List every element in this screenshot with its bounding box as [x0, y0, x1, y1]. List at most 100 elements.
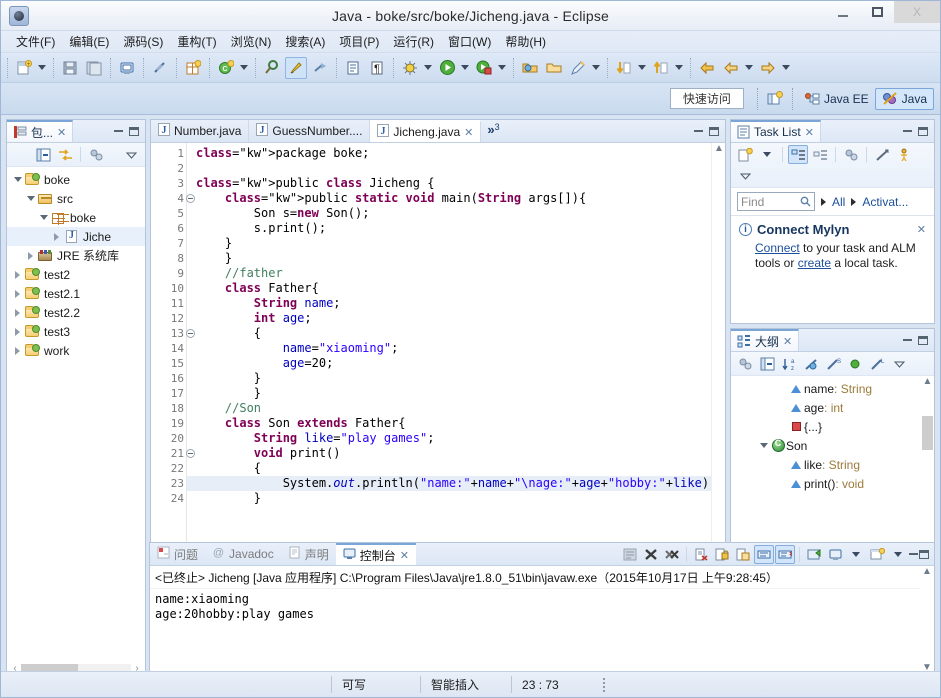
debug-dropdown-icon[interactable] — [422, 57, 433, 79]
tree-item-test2.2[interactable]: test2.2 — [7, 303, 145, 322]
close-icon[interactable]: ✕ — [805, 126, 814, 139]
close-icon[interactable]: ✕ — [917, 223, 926, 236]
collapse-twisty-icon[interactable] — [37, 215, 50, 220]
editor-tab-jicheng-java[interactable]: J Jicheng.java ✕ — [370, 120, 482, 142]
console-body[interactable]: <已终止> Jicheng [Java 应用程序] C:\Program Fil… — [150, 566, 934, 676]
toggle-mark-occurrences-icon[interactable] — [149, 57, 171, 79]
menu-search[interactable]: 搜索(A) — [278, 31, 332, 52]
menu-run[interactable]: 运行(R) — [386, 31, 441, 52]
back-dropdown-icon[interactable] — [743, 57, 754, 79]
show-console-on-output-icon[interactable] — [733, 545, 753, 564]
menu-edit[interactable]: 编辑(E) — [62, 31, 116, 52]
editor-more-tabs-button[interactable]: » 3 — [481, 120, 505, 142]
outline-item-print--[interactable]: print() : void — [731, 474, 934, 493]
task-find-input[interactable]: Find — [737, 192, 815, 211]
code-line[interactable]: class Father{ — [187, 281, 725, 296]
clear-activity-icon[interactable] — [872, 145, 892, 164]
new-wizard-icon[interactable]: + — [13, 57, 35, 79]
collapse-twisty-icon[interactable] — [757, 443, 770, 448]
maximize-icon[interactable] — [918, 126, 928, 136]
run-icon[interactable] — [436, 57, 458, 79]
tab-task-list[interactable]: Task List ✕ — [731, 120, 821, 142]
new-console-view-icon[interactable] — [867, 545, 887, 564]
menu-source[interactable]: 源码(S) — [116, 31, 170, 52]
code-line[interactable]: class="kw">package boke; — [187, 146, 725, 161]
open-console-icon[interactable] — [804, 545, 824, 564]
quick-access-input[interactable]: 快速访问 — [669, 88, 744, 109]
new-java-class-icon[interactable]: C — [215, 57, 237, 79]
next-annotation-dropdown-icon[interactable] — [673, 57, 684, 79]
code-line[interactable]: class="kw">public class Jicheng { — [187, 176, 725, 191]
scheduled-presentation-icon[interactable] — [810, 145, 830, 164]
minimize-icon[interactable] — [903, 130, 912, 132]
link-with-editor-icon[interactable] — [55, 145, 75, 164]
code-line[interactable]: String name; — [187, 296, 725, 311]
terminate-icon[interactable] — [641, 545, 661, 564]
display-console-icon[interactable] — [825, 545, 845, 564]
close-icon[interactable]: ✕ — [400, 549, 409, 562]
view-menu-icon[interactable] — [735, 166, 755, 185]
forward-dropdown-icon[interactable] — [780, 57, 791, 79]
display-selected-console-icon[interactable]: ✻ — [775, 544, 795, 564]
pin-console-icon[interactable] — [754, 544, 774, 564]
hide-nonpublic-icon[interactable] — [845, 354, 865, 373]
run-dropdown-icon[interactable] — [459, 57, 470, 79]
open-perspective-icon[interactable] — [764, 88, 786, 110]
console-tab-declaration[interactable]: 声明 — [281, 543, 336, 565]
close-icon[interactable]: ✕ — [783, 335, 792, 348]
perspective-java-ee[interactable]: Java EE — [798, 88, 875, 110]
scroll-up-icon[interactable]: ▲ — [920, 566, 934, 580]
external-tools-dropdown-icon[interactable] — [496, 57, 507, 79]
maximize-icon[interactable] — [709, 126, 719, 136]
expand-twisty-icon[interactable] — [24, 251, 37, 260]
tree-item-test2[interactable]: test2 — [7, 265, 145, 284]
new-console-dropdown-icon[interactable] — [888, 545, 908, 564]
remove-all-terminated-icon[interactable] — [662, 545, 682, 564]
annotation-dropdown-icon[interactable] — [590, 57, 601, 79]
menu-project[interactable]: 项目(P) — [332, 31, 386, 52]
code-line[interactable]: } — [187, 386, 725, 401]
expand-twisty-icon[interactable] — [50, 232, 63, 241]
activate-task-icon[interactable] — [894, 145, 914, 164]
skip-breakpoints-icon[interactable] — [309, 57, 331, 79]
code-line[interactable]: int age; — [187, 311, 725, 326]
editor-tab-number-java[interactable]: J Number.java — [151, 120, 250, 142]
code-line[interactable]: class="kw">public static void main(Strin… — [187, 191, 725, 206]
console-tab-problems[interactable]: 问题 — [150, 543, 205, 565]
tree-item-jre----[interactable]: JRE 系统库 — [7, 246, 145, 265]
code-line[interactable]: } — [187, 236, 725, 251]
menu-refactor[interactable]: 重构(T) — [170, 31, 223, 52]
tree-item-boke[interactable]: boke — [7, 170, 145, 189]
code-line[interactable]: String like="play games"; — [187, 431, 725, 446]
create-link[interactable]: create — [798, 256, 831, 270]
scroll-lock-icon[interactable] — [712, 545, 732, 564]
collapse-twisty-icon[interactable] — [24, 196, 37, 201]
save-icon[interactable] — [59, 57, 81, 79]
minimize-icon[interactable] — [114, 130, 123, 132]
tree-item-boke[interactable]: boke — [7, 208, 145, 227]
annotation-icon[interactable] — [567, 57, 589, 79]
expand-twisty-icon[interactable] — [11, 327, 24, 336]
tree-item-jiche[interactable]: Jiche — [7, 227, 145, 246]
previous-annotation-icon[interactable] — [613, 57, 635, 79]
filter-all-caret-icon[interactable] — [821, 197, 826, 206]
maximize-button[interactable] — [860, 1, 894, 23]
code-line[interactable]: name="xiaoming"; — [187, 341, 725, 356]
console-vscrollbar[interactable]: ▲ ▼ — [920, 566, 934, 676]
view-menu-filters-icon[interactable] — [86, 145, 106, 164]
open-resource-icon[interactable] — [519, 57, 541, 79]
save-all-icon[interactable] — [83, 57, 105, 79]
code-line[interactable]: { — [187, 326, 725, 341]
filter-all-label[interactable]: All — [832, 195, 845, 209]
outline-item-like[interactable]: like : String — [731, 455, 934, 474]
close-icon[interactable]: ✕ — [464, 126, 473, 139]
display-console-dropdown-icon[interactable] — [846, 545, 866, 564]
debug-icon[interactable] — [399, 57, 421, 79]
code-line[interactable]: class Son extends Father{ — [187, 416, 725, 431]
maximize-icon[interactable] — [129, 126, 139, 136]
code-line[interactable]: } — [187, 251, 725, 266]
new-task-dropdown-icon[interactable] — [757, 145, 777, 164]
connect-link[interactable]: Connect — [755, 241, 800, 255]
open-type-icon[interactable] — [261, 57, 283, 79]
open-task-icon[interactable] — [342, 57, 364, 79]
